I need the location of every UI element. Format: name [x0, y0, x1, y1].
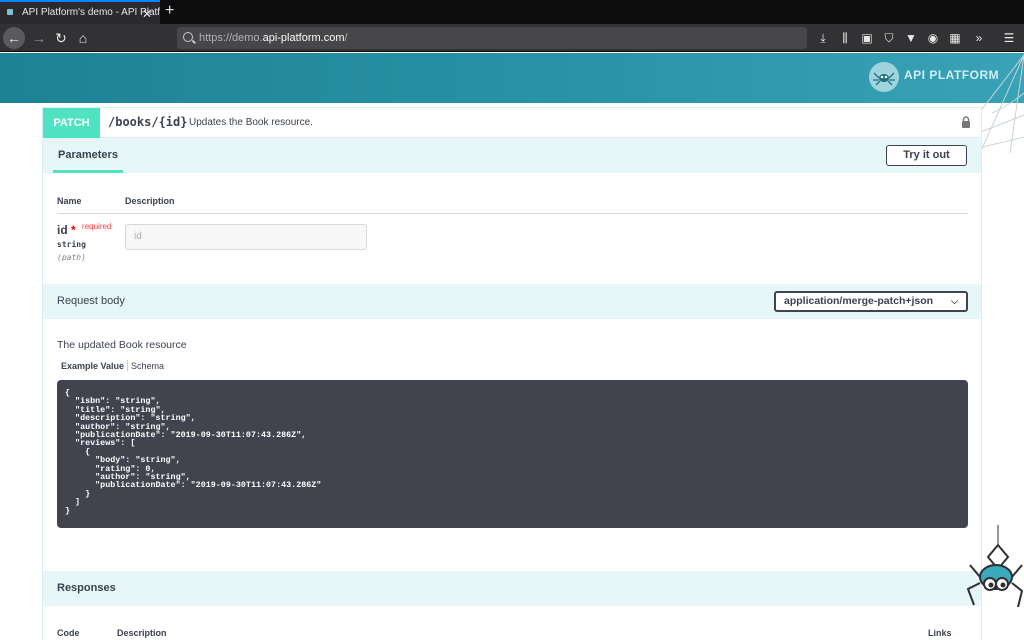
shield-icon[interactable]: ⛉: [880, 28, 898, 48]
column-header-name: Name: [57, 196, 82, 206]
menu-icon[interactable]: ☰: [1000, 28, 1018, 48]
operation-description: Updates the Book resource.: [189, 117, 313, 128]
reload-icon[interactable]: ↻: [50, 28, 72, 48]
operation-path: /books/{id}: [108, 115, 188, 129]
url-host: api-platform.com: [262, 32, 345, 44]
forward-icon[interactable]: →: [28, 28, 50, 48]
back-icon[interactable]: ←: [3, 27, 25, 49]
tab-separator: [127, 360, 128, 371]
url-path: /: [344, 32, 348, 44]
tab-parameters[interactable]: Parameters: [53, 138, 123, 173]
column-header-description: Description: [125, 196, 175, 206]
param-type: string: [57, 240, 86, 249]
extension-icon[interactable]: ▦: [946, 28, 964, 48]
vpn-icon[interactable]: ▼: [902, 28, 920, 48]
request-body-description: The updated Book resource: [57, 339, 187, 351]
column-header-links: Links: [928, 628, 952, 638]
request-body-header: Request body application/merge-patch+jso…: [43, 284, 981, 319]
account-icon[interactable]: ◉: [924, 28, 942, 48]
favicon-icon: [7, 9, 13, 15]
required-star: *: [71, 223, 76, 237]
operation-block: PATCH /books/{id} Updates the Book resou…: [42, 107, 982, 640]
url-scheme: https://demo.: [199, 32, 263, 44]
home-icon[interactable]: ⌂: [72, 28, 94, 48]
id-input[interactable]: id: [125, 224, 367, 250]
param-name-text: id: [57, 223, 68, 237]
content-type-value: application/merge-patch+json: [784, 295, 934, 307]
example-code-block[interactable]: { "isbn": "string", "title": "string", "…: [57, 380, 968, 528]
download-icon[interactable]: ⤓: [814, 28, 832, 48]
browser-toolbar: ← → ↻ ⌂ https://demo.api-platform.com/ ⤓…: [0, 24, 1024, 52]
responses-title: Responses: [57, 582, 116, 594]
param-name: id * required: [57, 222, 112, 237]
column-header-code: Code: [57, 628, 80, 638]
example-json: { "isbn": "string", "title": "string", "…: [65, 388, 322, 516]
overflow-icon[interactable]: »: [970, 28, 988, 48]
responses-header: Responses: [43, 571, 981, 606]
api-platform-logo-icon[interactable]: [869, 62, 899, 92]
request-body-title: Request body: [57, 295, 125, 307]
tab-title: API Platform's demo - API Platf: [22, 7, 160, 18]
content-type-select[interactable]: application/merge-patch+json ⌵: [774, 291, 968, 312]
method-badge: PATCH: [43, 108, 100, 138]
operation-summary[interactable]: PATCH /books/{id} Updates the Book resou…: [43, 108, 981, 138]
browser-tab[interactable]: API Platform's demo - API Platf ✕: [0, 0, 160, 24]
table-divider: [57, 213, 968, 214]
spider-icon: [966, 525, 1024, 608]
new-tab-button[interactable]: +: [165, 2, 174, 20]
close-tab-icon[interactable]: ✕: [142, 4, 152, 24]
sidebar-icon[interactable]: ▣: [858, 28, 876, 48]
chevron-down-icon: ⌵: [951, 296, 958, 306]
url-bar[interactable]: https://demo.api-platform.com/: [177, 27, 807, 49]
tab-example-value[interactable]: Example Value: [61, 361, 124, 371]
required-label: required: [82, 222, 112, 231]
tab-schema[interactable]: Schema: [131, 361, 164, 371]
lock-icon[interactable]: [961, 116, 971, 128]
search-icon: [183, 32, 193, 42]
try-it-out-button[interactable]: Try it out: [886, 145, 967, 166]
browser-tab-bar: API Platform's demo - API Platf ✕ +: [0, 0, 1024, 24]
parameters-header: Parameters Try it out: [43, 138, 981, 173]
column-header-response-description: Description: [117, 628, 167, 638]
library-icon[interactable]: ⫼: [836, 28, 854, 48]
param-location: (path): [57, 253, 86, 262]
site-header: API PLATFORM: [0, 53, 1024, 103]
